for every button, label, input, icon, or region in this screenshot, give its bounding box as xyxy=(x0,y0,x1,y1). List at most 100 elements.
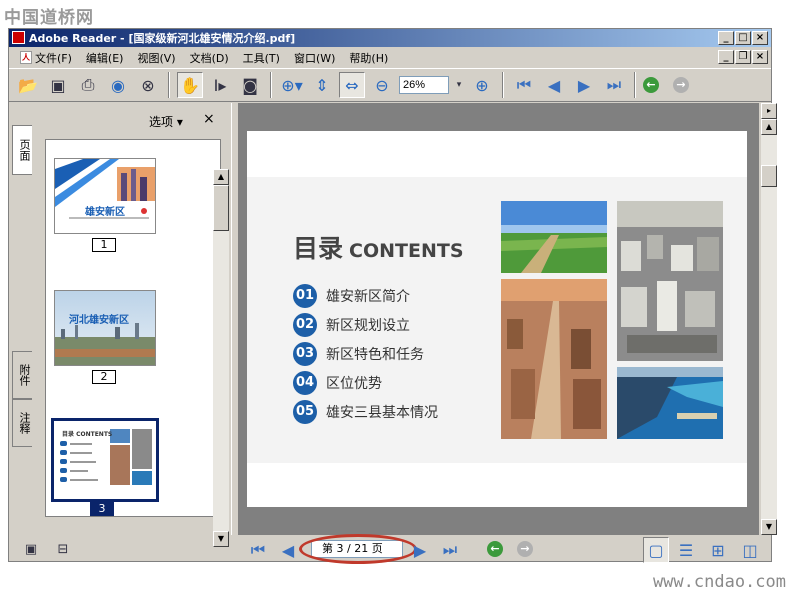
thumbnail-page-3-selected[interactable]: 目录 CONTENTS xyxy=(51,418,159,502)
panel-close-icon[interactable]: × xyxy=(203,111,215,127)
navigation-tabs: 页面 附件 注释 xyxy=(9,103,35,535)
toc-list: 01 雄安新区简介 02 新区规划设立 03 新区特色和任务 04 区位优势 05 雄安三… xyxy=(293,281,438,426)
email-icon[interactable]: ◉ xyxy=(105,72,131,98)
toc-number: 01 xyxy=(293,283,317,308)
print-icon[interactable]: ⎙ xyxy=(75,72,101,98)
photo-lakeside xyxy=(617,367,723,439)
thumbnail-label-3: 3 xyxy=(90,502,114,516)
menu-edit[interactable]: 编辑(E) xyxy=(79,50,131,66)
hand-tool-icon[interactable]: ✋ xyxy=(177,72,203,98)
menu-file[interactable]: 人文件(F) xyxy=(13,50,79,66)
snapshot-icon[interactable]: ◙ xyxy=(237,72,263,98)
go-forward-icon[interactable]: → xyxy=(673,77,689,93)
toolbar-separator xyxy=(634,72,636,98)
scroll-up-icon[interactable]: ▲ xyxy=(213,169,229,185)
continuous-layout-icon[interactable]: ☰ xyxy=(673,537,699,563)
maximize-icon[interactable]: □ xyxy=(735,31,751,45)
menu-help[interactable]: 帮助(H) xyxy=(342,50,395,66)
highlight-circle xyxy=(299,534,417,564)
toc-heading: 目录 CONTENTS xyxy=(293,229,464,265)
status-next-page-icon[interactable]: ▶ xyxy=(407,537,433,563)
toc-item-2: 02 新区规划设立 xyxy=(293,310,438,339)
thumbnail-page-2[interactable]: 河北雄安新区 xyxy=(54,290,156,366)
heading-cn: 目录 xyxy=(293,234,344,263)
status-back-icon[interactable]: ← xyxy=(487,541,503,557)
zoom-in-tool-icon[interactable]: ⊕▾ xyxy=(279,72,305,98)
photo-aerial-fields xyxy=(501,201,607,273)
status-bar: ▣ ⊟ ⏮ ◀ 第 3 / 21 页 ▶ ⏭ ← → ▢ ☰ ⊞ ◫ xyxy=(9,534,771,564)
close-icon[interactable]: × xyxy=(752,31,768,45)
document-viewport: 目录 CONTENTS 01 雄安新区简介 02 新区规划设立 03 新区特色和任务 … xyxy=(239,103,777,535)
menu-window[interactable]: 窗口(W) xyxy=(287,50,342,66)
prev-page-icon[interactable]: ◀ xyxy=(541,72,567,98)
toolbar-separator xyxy=(270,72,272,98)
menu-view[interactable]: 视图(V) xyxy=(130,50,182,66)
pdf-icon: 人 xyxy=(20,51,32,64)
zoom-dropdown-icon[interactable]: ▾ xyxy=(453,72,465,98)
status-prev-page-icon[interactable]: ◀ xyxy=(275,537,301,563)
tab-comments[interactable]: 注释 xyxy=(12,399,32,447)
open-icon[interactable]: 📂 xyxy=(15,72,41,98)
window-controls: _ □ × xyxy=(718,31,768,45)
tab-pages[interactable]: 页面 xyxy=(12,125,32,175)
scroll-thumb[interactable] xyxy=(213,185,229,231)
thumbnail-label-1: 1 xyxy=(92,238,116,252)
thumbnail-1-title: 雄安新区 xyxy=(85,207,125,218)
search-binoculars-icon[interactable]: ⊗ xyxy=(135,72,161,98)
toc-text: 雄安三县基本情况 xyxy=(326,404,438,421)
thumbnail-label-2: 2 xyxy=(92,370,116,384)
single-page-layout-icon[interactable]: ▢ xyxy=(643,537,669,563)
status-last-page-icon[interactable]: ⏭ xyxy=(437,537,463,563)
toc-item-4: 04 区位优势 xyxy=(293,368,438,397)
save-icon[interactable]: ▣ xyxy=(45,72,71,98)
app-icon xyxy=(12,31,25,44)
doc-scroll-down-icon[interactable]: ▼ xyxy=(761,519,777,535)
document-scrollbar[interactable]: ▸ ▲ ▼ xyxy=(761,103,777,535)
first-page-icon[interactable]: ⏮ xyxy=(511,72,537,98)
toc-item-1: 01 雄安新区简介 xyxy=(293,281,438,310)
facing-layout-icon[interactable]: ⊞ xyxy=(705,537,731,563)
continuous-facing-icon[interactable]: ◫ xyxy=(737,537,763,563)
page-icon-toggle[interactable]: ▣ xyxy=(21,539,41,559)
photo-residential-aerial xyxy=(617,201,723,361)
thumbnail-scrollbar[interactable]: ▲ ▼ xyxy=(213,169,229,547)
menu-document[interactable]: 文档(D) xyxy=(183,50,236,66)
toolbar-separator xyxy=(168,72,170,98)
doc-restore-icon[interactable]: ❐ xyxy=(735,50,751,64)
toc-text: 雄安新区简介 xyxy=(326,288,410,305)
toc-text: 区位优势 xyxy=(326,375,382,392)
zoom-in-icon[interactable]: ⊕ xyxy=(469,72,495,98)
doc-minimize-icon[interactable]: _ xyxy=(718,50,734,64)
photo-city-street xyxy=(501,279,607,439)
panel-toggle-icon[interactable]: ⊟ xyxy=(53,539,73,559)
thumbnail-page-1[interactable]: 雄安新区 xyxy=(54,158,156,234)
doc-close-icon[interactable]: × xyxy=(752,50,768,64)
doc-scroll-thumb[interactable] xyxy=(761,165,777,187)
doc-split-icon[interactable]: ▸ xyxy=(761,103,777,119)
fit-page-icon[interactable]: ⇕ xyxy=(309,72,335,98)
thumbnail-list: 雄安新区 1 河北雄安新区 2 目录 CONTENTS 3 xyxy=(45,139,221,517)
status-first-page-icon[interactable]: ⏮ xyxy=(245,537,271,563)
options-menu[interactable]: 选项 ▾ xyxy=(149,113,183,130)
toolbar-separator xyxy=(502,72,504,98)
doc-window-controls: _ ❐ × xyxy=(718,50,768,64)
next-page-icon[interactable]: ▶ xyxy=(571,72,597,98)
zoom-out-icon[interactable]: ⊖ xyxy=(369,72,395,98)
toc-number: 05 xyxy=(293,399,317,424)
thumbnail-2-title: 河北雄安新区 xyxy=(69,315,129,326)
last-page-icon[interactable]: ⏭ xyxy=(601,72,627,98)
toc-number: 02 xyxy=(293,312,317,337)
menu-tools[interactable]: 工具(T) xyxy=(236,50,287,66)
zoom-input[interactable] xyxy=(399,76,449,94)
minimize-icon[interactable]: _ xyxy=(718,31,734,45)
window-title: Adobe Reader - [国家级新河北雄安情况介绍.pdf] xyxy=(29,32,296,45)
status-forward-icon[interactable]: → xyxy=(517,541,533,557)
doc-scroll-up-icon[interactable]: ▲ xyxy=(761,119,777,135)
go-back-icon[interactable]: ← xyxy=(643,77,659,93)
select-text-icon[interactable]: Ⅰ▸ xyxy=(207,72,233,98)
panel-splitter[interactable] xyxy=(231,103,239,535)
fit-width-icon[interactable]: ⇔ xyxy=(339,72,365,98)
tab-attachments[interactable]: 附件 xyxy=(12,351,32,399)
toc-text: 新区特色和任务 xyxy=(326,346,424,363)
thumbnail-3-title: 目录 CONTENTS xyxy=(62,431,113,438)
